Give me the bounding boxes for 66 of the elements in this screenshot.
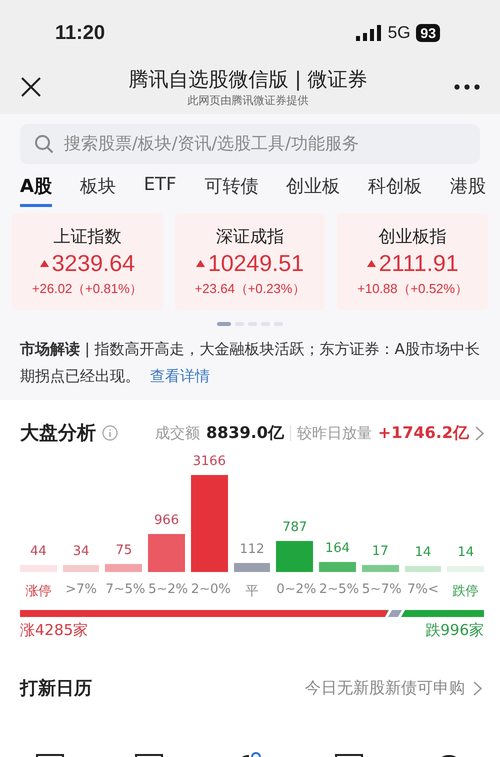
up-triangle-icon bbox=[40, 260, 49, 267]
stock-count: 787 bbox=[282, 520, 308, 535]
market-tab[interactable]: 创业板 bbox=[286, 174, 340, 207]
calendar-title: 打新日历 bbox=[20, 677, 93, 700]
chevron-right-icon[interactable] bbox=[475, 426, 484, 440]
range-label: 0~2% bbox=[276, 582, 314, 597]
index-change: +26.02（+0.81%） bbox=[32, 280, 143, 298]
stock-count: 17 bbox=[372, 544, 389, 559]
market-commentary: 市场解读 | 指数高开高走，大金融板块活跃；东方证券：A股市场中长期拐点已经出现。 查看详情 bbox=[20, 340, 480, 385]
up-triangle-icon bbox=[366, 260, 376, 267]
stock-count: 14 bbox=[457, 545, 474, 560]
compare-label: 较昨日放量 bbox=[296, 424, 372, 442]
stock-count: 14 bbox=[414, 545, 432, 560]
close-icon[interactable] bbox=[20, 76, 42, 98]
stock-count: 112 bbox=[240, 542, 264, 557]
market-tab[interactable]: 板块 bbox=[80, 174, 116, 207]
range-label: 跌停 bbox=[452, 583, 480, 600]
market-tab[interactable]: ETF bbox=[144, 174, 176, 207]
index-card[interactable]: 上证指数 3239.64 +26.02（+0.81%） bbox=[12, 213, 163, 310]
stock-count: 44 bbox=[30, 544, 47, 559]
turnover-value: 8839.0亿 bbox=[206, 422, 284, 444]
range-label: 2~5% bbox=[319, 582, 356, 597]
index-name: 创业板指 bbox=[378, 226, 447, 248]
index-name: 上证指数 bbox=[53, 226, 122, 248]
range-label: 5~2% bbox=[148, 582, 185, 597]
index-change: +23.64（+0.23%） bbox=[194, 280, 306, 298]
stock-count: 966 bbox=[154, 513, 179, 528]
details-link[interactable]: 查看详情 bbox=[150, 367, 210, 385]
index-value: 2111.91 bbox=[378, 250, 459, 277]
stock-count: 164 bbox=[325, 541, 350, 556]
range-label: >7% bbox=[64, 582, 98, 597]
compare-value: +1746.2亿 bbox=[378, 422, 469, 444]
index-change: +10.88（+0.52%） bbox=[357, 280, 468, 298]
range-label: 平 bbox=[244, 583, 260, 600]
index-name: 深证成指 bbox=[216, 226, 284, 248]
index-value: 10249.51 bbox=[208, 250, 304, 277]
index-card[interactable]: 深证成指 10249.51 +23.64（+0.23%） bbox=[174, 213, 326, 310]
range-label: 2~0% bbox=[190, 582, 228, 597]
battery-level: 93 bbox=[416, 24, 440, 42]
range-label: 7~5% bbox=[105, 582, 142, 597]
section-title: 大盘分析 bbox=[20, 421, 96, 446]
range-label: 5~7% bbox=[362, 582, 399, 597]
status-time: 11:20 bbox=[55, 22, 106, 44]
market-tab[interactable]: 港股 bbox=[450, 174, 486, 207]
rising-count: 涨4285家 bbox=[20, 621, 88, 640]
search-field[interactable]: 搜索股票/板块/资讯/选股工具/功能服务 bbox=[20, 124, 480, 164]
stock-count: 34 bbox=[72, 544, 90, 559]
range-label: 7%< bbox=[406, 582, 440, 597]
index-value: 3239.64 bbox=[52, 250, 135, 277]
network-type: 5G bbox=[388, 23, 410, 43]
chevron-right-icon bbox=[473, 680, 482, 696]
range-label: 涨停 bbox=[24, 583, 52, 600]
page-title: 腾讯自选股微信版 | 微证券 bbox=[128, 66, 368, 93]
stock-count: 3166 bbox=[192, 454, 226, 469]
falling-count: 跌996家 bbox=[425, 621, 484, 640]
page-subtitle: 此网页由腾讯微证券提供 bbox=[188, 93, 308, 108]
more-icon[interactable] bbox=[454, 84, 480, 90]
calendar-note: 今日无新股新债可申购 bbox=[305, 678, 465, 698]
signal-icon bbox=[356, 25, 382, 41]
up-triangle-icon bbox=[196, 260, 206, 267]
turnover-label: 成交额 bbox=[155, 424, 200, 442]
index-card[interactable]: 创业板指 2111.91 +10.88（+0.52%） bbox=[337, 213, 488, 310]
market-tab[interactable]: 可转债 bbox=[204, 174, 258, 207]
market-tab[interactable]: A股 bbox=[20, 174, 52, 207]
stock-count: 75 bbox=[116, 543, 132, 558]
market-tab[interactable]: 科创板 bbox=[368, 174, 422, 207]
